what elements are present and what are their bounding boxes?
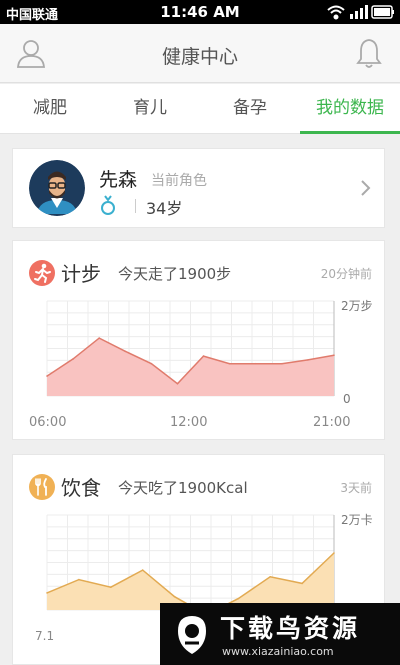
data-point: [237, 597, 240, 600]
data-point: [269, 575, 272, 578]
profile-card[interactable]: 先森 当前角色 34岁: [12, 148, 385, 228]
data-point: [307, 359, 309, 361]
tab-lose-weight[interactable]: 减肥: [0, 84, 100, 134]
data-point: [150, 362, 153, 365]
profile-role: 当前角色: [151, 173, 207, 189]
tab-parenting[interactable]: 育儿: [100, 84, 200, 134]
data-point: [78, 578, 80, 581]
data-point: [333, 552, 335, 554]
y-tick-label: 0: [343, 392, 351, 406]
divider: [135, 199, 136, 213]
data-point: [46, 592, 48, 594]
x-tick-label: 12:00: [170, 415, 207, 430]
steps-card[interactable]: 计步 今天走了1900步 20分钟前 2万步 0 06:00 12:00 21:…: [12, 240, 385, 440]
data-point: [254, 362, 257, 365]
app-header: 健康中心: [0, 24, 400, 83]
data-point: [301, 582, 303, 585]
data-point: [333, 354, 335, 356]
status-bar: 中国联通 11:46 AM: [0, 0, 400, 24]
data-point: [173, 595, 176, 598]
data-point: [141, 569, 144, 571]
tab-my-data[interactable]: 我的数据: [300, 84, 400, 134]
profile-name: 先森: [99, 169, 138, 191]
y-tick-label: 2万步: [341, 299, 373, 313]
data-point: [98, 337, 100, 339]
x-tick-label: 06:00: [29, 415, 66, 430]
tab-bar: 减肥 育儿 备孕 我的数据: [0, 84, 400, 134]
data-point: [124, 350, 127, 353]
bell-icon[interactable]: [352, 36, 386, 70]
avatar: [29, 160, 85, 216]
data-point: [202, 355, 205, 357]
x-tick-label: 7.1: [35, 629, 54, 643]
chevron-right-icon: [361, 180, 371, 196]
male-symbol-icon: [101, 195, 115, 215]
data-point: [72, 358, 74, 360]
watermark-url: www.xiazainiao.com: [222, 645, 334, 658]
wifi-icon: [327, 5, 345, 20]
signal-icon: [350, 5, 368, 19]
data-point: [46, 375, 48, 377]
profile-age: 34岁: [146, 199, 183, 218]
y-tick-label: 2万卡: [341, 513, 373, 527]
tab-pregnancy-prep[interactable]: 备孕: [200, 84, 300, 134]
watermark-title: 下载鸟资源: [220, 614, 361, 643]
x-tick-label: 21:00: [313, 415, 350, 430]
data-point: [176, 382, 179, 385]
page-title: 健康中心: [161, 46, 238, 68]
status-icons: [327, 5, 394, 20]
data-point: [109, 586, 112, 588]
bird-logo-icon: [178, 616, 206, 654]
data-point: [228, 362, 231, 365]
data-point: [281, 362, 283, 365]
battery-icon: [371, 5, 394, 19]
watermark-banner: 下载鸟资源 www.xiazainiao.com: [160, 603, 400, 665]
steps-chart: 2万步 0 06:00 12:00 21:00: [29, 299, 373, 430]
